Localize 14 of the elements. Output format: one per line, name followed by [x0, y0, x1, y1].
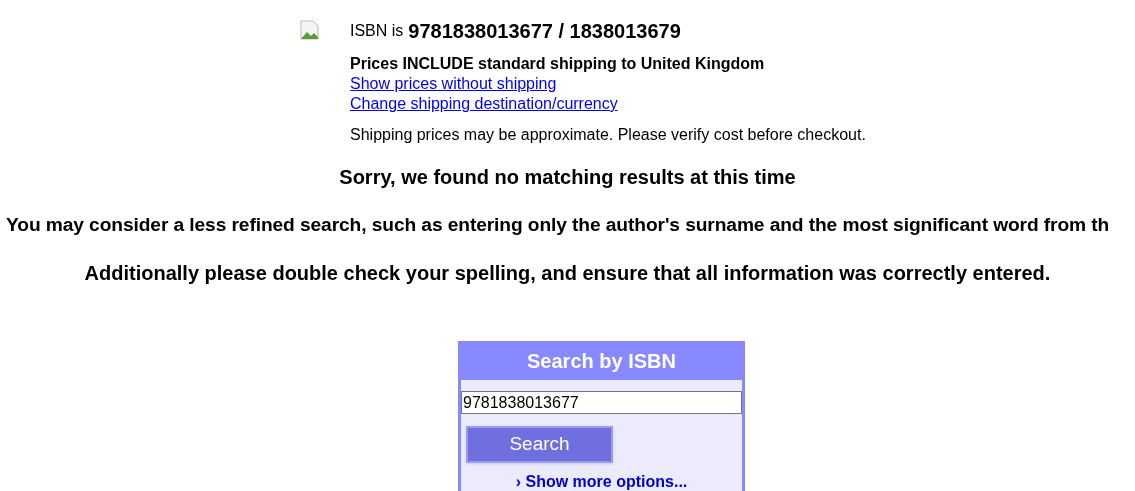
shipping-link[interactable]: Show prices without shipping	[350, 74, 557, 94]
shipping-notice: Prices INCLUDE standard shipping to United Kingdom	[350, 54, 766, 74]
result-message: Sorry, we found no matching results at this time	[339, 165, 796, 189]
broken-image-icon	[300, 20, 320, 40]
isbn-value: 9781838013677 / 1838013679	[408, 19, 681, 44]
result-message: Additionally please double check your spelling, and ensure that all information was correctly entered.	[84, 261, 1051, 285]
isbn-input[interactable]: 9781838013677	[461, 391, 742, 414]
search-button[interactable]: Search	[466, 426, 613, 463]
shipping-link[interactable]: Change shipping destination/currency	[350, 94, 618, 114]
shipping-note: Shipping prices may be approximate. Please verify cost before checkout.	[350, 125, 866, 145]
isbn-label: ISBN is	[350, 21, 404, 41]
search-panel-title: Search by ISBN	[461, 341, 742, 380]
result-message: You may consider a less refined search, such as entering only the author's surname and the most significant word from th	[5, 213, 1110, 237]
more-options-link[interactable]: › Show more options...	[515, 470, 688, 491]
